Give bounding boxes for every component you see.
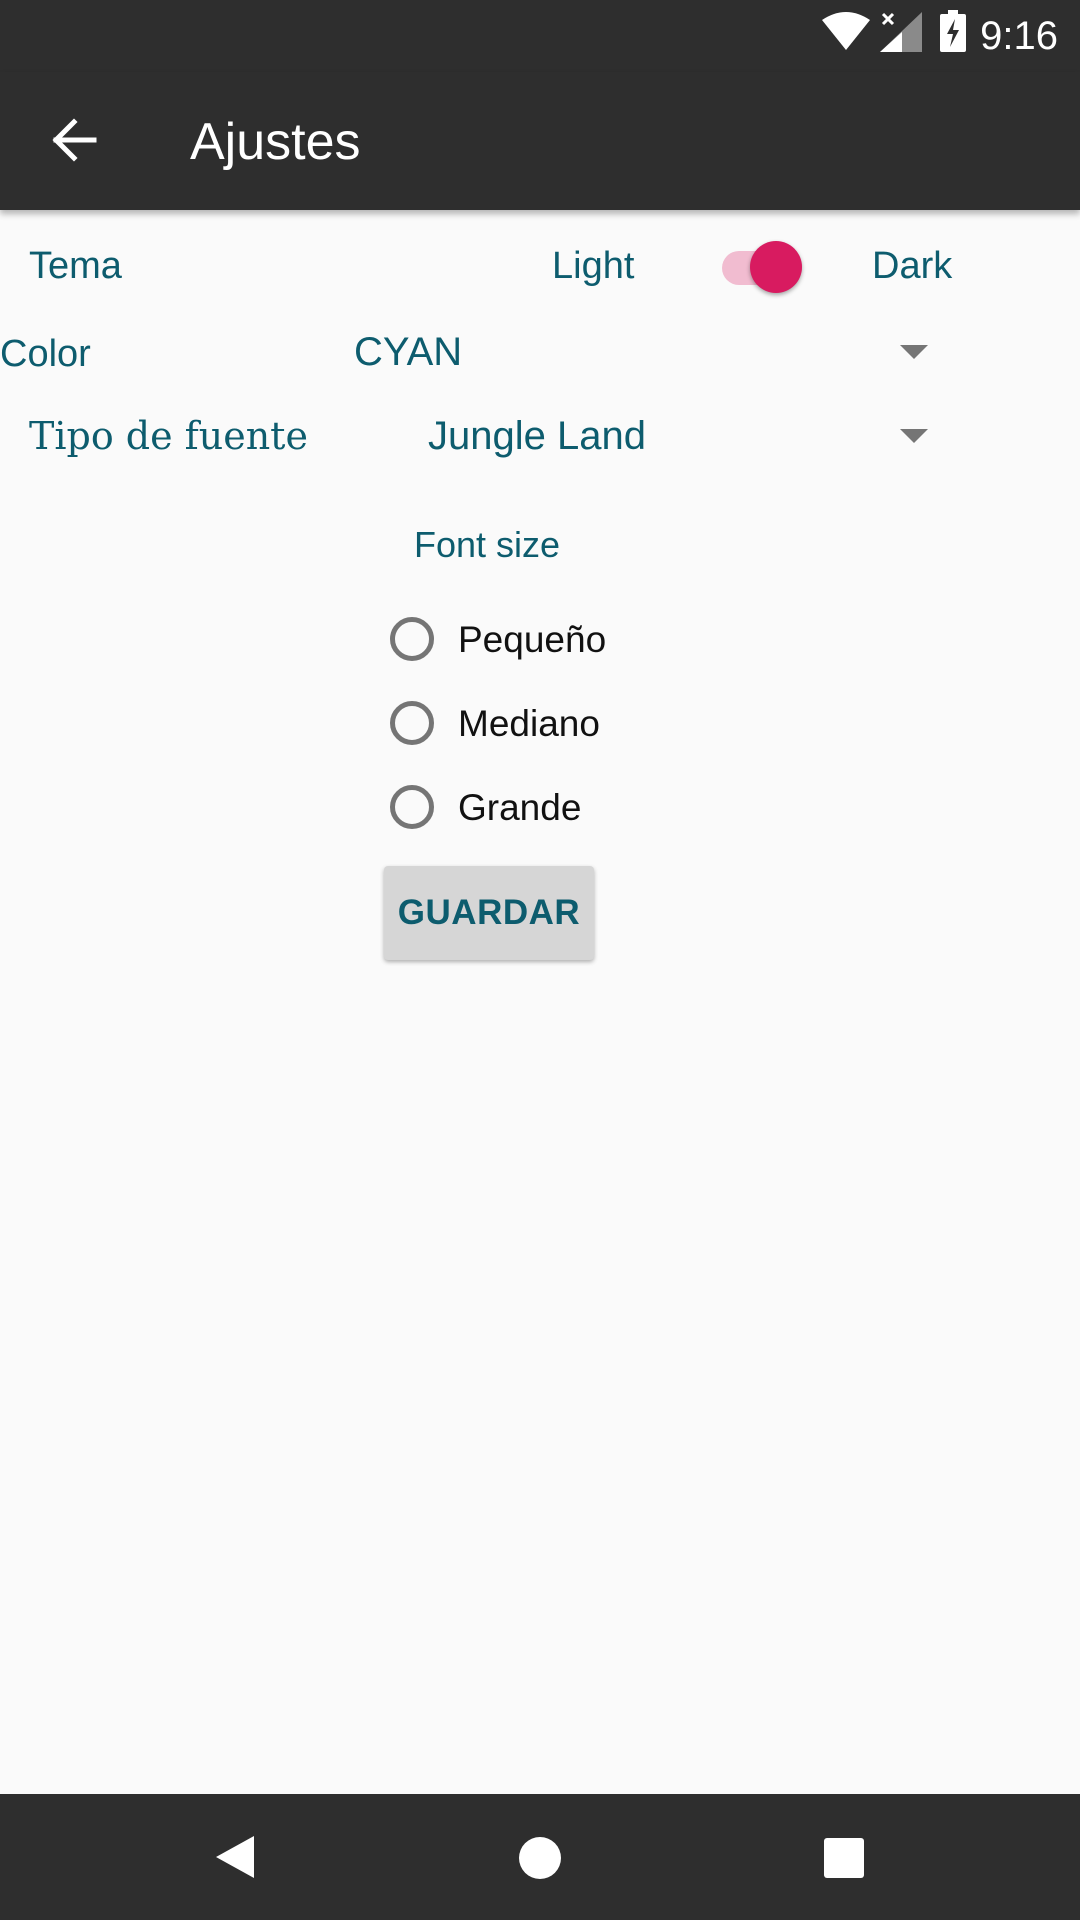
font-type-dropdown[interactable]: Jungle Land — [410, 402, 940, 470]
radio-small-label: Pequeño — [458, 619, 607, 660]
save-button[interactable]: GUARDAR — [384, 866, 594, 960]
theme-label: Tema — [29, 245, 122, 287]
theme-light-label: Light — [552, 245, 635, 287]
battery-charging-icon — [940, 10, 966, 52]
color-dropdown-value: CYAN — [354, 330, 463, 374]
nav-recents-icon[interactable] — [824, 1838, 864, 1878]
switch-thumb — [750, 241, 802, 293]
theme-toggle-switch[interactable] — [722, 241, 806, 293]
chevron-down-icon — [900, 345, 928, 359]
font-size-label: Font size — [414, 524, 561, 565]
radio-large-label: Grande — [458, 787, 582, 828]
arrow-back-icon[interactable] — [48, 112, 100, 168]
nav-back-icon[interactable] — [214, 1834, 256, 1880]
status-bar: 9:16 — [0, 0, 1080, 72]
page-title: Ajustes — [190, 113, 361, 171]
signal-icon — [880, 12, 922, 52]
font-type-dropdown-value: Jungle Land — [428, 414, 646, 458]
color-label: Color — [0, 333, 91, 375]
radio-small[interactable]: Pequeño — [388, 614, 648, 672]
radio-large[interactable]: Grande — [388, 782, 648, 840]
theme-dark-label: Dark — [872, 245, 953, 287]
radio-medium[interactable]: Mediano — [388, 698, 648, 756]
wifi-icon — [822, 12, 870, 50]
app-bar: Ajustes — [0, 72, 1080, 210]
radio-button-icon — [390, 701, 434, 745]
navigation-bar — [0, 1794, 1080, 1920]
status-time: 9:16 — [980, 14, 1058, 58]
color-dropdown[interactable]: CYAN — [340, 318, 940, 386]
radio-button-icon — [390, 617, 434, 661]
nav-home-icon[interactable] — [518, 1836, 562, 1880]
radio-button-icon — [390, 785, 434, 829]
radio-medium-label: Mediano — [458, 703, 600, 744]
font-type-label: Tipo de fuente — [29, 414, 308, 458]
chevron-down-icon — [900, 429, 928, 443]
